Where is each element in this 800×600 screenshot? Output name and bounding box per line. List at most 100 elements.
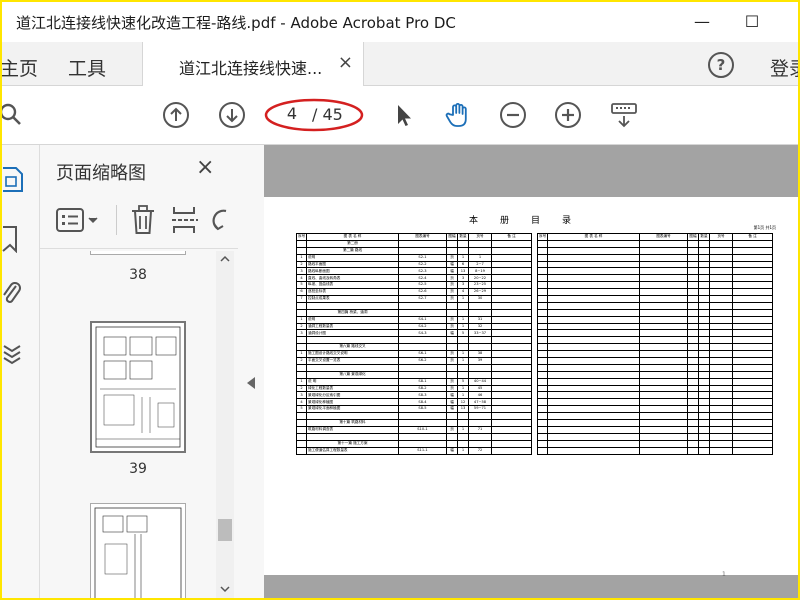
thumbnail-page-40[interactable] (90, 503, 186, 598)
toc-cell-empty (698, 301, 710, 310)
toc-cell-empty (547, 253, 640, 262)
toc-row: 第八篇 景观绿化 (296, 370, 532, 379)
document-viewer[interactable]: 本册目录 第1页 共1页 序号图 表 名 称图表编号 图幅 数量 页号备 注第二册 第二… (264, 145, 798, 598)
toc-cell-empty (639, 315, 688, 324)
toc-cell-empty (709, 419, 733, 427)
toc-row: 第六篇 路线交叉 (296, 343, 532, 352)
scroll-down-icon[interactable] (220, 585, 230, 593)
toc-cell-empty (698, 267, 710, 276)
toc-cell-empty (687, 315, 699, 324)
maximize-button[interactable]: ☐ (740, 10, 764, 34)
toc-cell-empty (639, 246, 688, 255)
toc-cell-empty (732, 301, 773, 310)
insert-page-icon[interactable] (172, 205, 200, 235)
toc-cell-no: 1 (296, 350, 307, 359)
close-panel-icon[interactable]: × (196, 155, 214, 180)
toc-cell-empty (687, 274, 699, 283)
sign-in-link[interactable]: 登录 (770, 54, 798, 81)
tab-home[interactable]: 主页 (2, 54, 38, 81)
toc-cell-no: 1 (296, 377, 307, 386)
toc-cell-empty (732, 419, 773, 427)
toc-cell-empty (709, 350, 733, 359)
toc-cell-fmt (446, 363, 458, 372)
next-page-icon[interactable] (218, 101, 246, 129)
toc-cell-empty (639, 391, 688, 400)
toc-row: 2 平面交叉设置一览表 S6-2 页 1 39 (296, 357, 532, 365)
toc-cell-code (398, 412, 447, 421)
toc-cell-fmt (446, 439, 458, 448)
toc-header-cell: 图表编号 (398, 233, 447, 241)
scroll-up-icon[interactable] (220, 255, 230, 263)
toc-cell-code: S8-5 (398, 405, 447, 414)
toc-cell-page: 59~71 (468, 405, 492, 414)
toc-cell-code: S4-2 (398, 322, 447, 331)
search-icon[interactable] (2, 101, 28, 129)
thumbnail-page-37[interactable] (90, 251, 186, 255)
select-cursor-icon[interactable] (390, 101, 418, 129)
toc-row-empty (537, 253, 773, 262)
zoom-out-icon[interactable] (499, 101, 527, 129)
toc-row (296, 432, 532, 441)
toc-cell-empty (732, 425, 773, 434)
toc-header-cell: 图 表 名 称 (547, 233, 640, 241)
toc-cell-fmt: 页 (446, 281, 458, 290)
toc-row: 3 路线纵断面图 S2-3 幅 13 8~19 (296, 267, 532, 276)
toc-cell-fmt: 页 (446, 315, 458, 324)
toc-cell-fmt: 页 (446, 274, 458, 283)
thumbnail-page-39[interactable] (90, 321, 186, 453)
toc-row-empty (537, 405, 773, 414)
toc-cell-empty (709, 281, 733, 290)
thumbnail-scrollbar[interactable] (216, 251, 234, 598)
collapse-panel-icon[interactable] (247, 377, 255, 389)
minimize-button[interactable]: — (690, 10, 714, 34)
toc-row: 5 景观绿化平面种植图 S8-5 幅 13 59~71 (296, 405, 532, 414)
toc-cell-empty (732, 439, 773, 448)
toc-cell-remark (491, 446, 532, 455)
toc-cell-name: 说明 (306, 253, 399, 262)
thumbnail-options-icon[interactable] (56, 207, 102, 235)
toc-cell-code (398, 432, 447, 441)
layers-icon[interactable] (2, 340, 22, 368)
hand-tool-icon[interactable] (444, 101, 472, 129)
toc-cell-page (468, 432, 492, 441)
toc-cell-empty (687, 329, 699, 338)
page-thumbnails-icon[interactable] (2, 165, 24, 193)
toc-cell-empty (687, 343, 699, 352)
toc-cell-empty (687, 405, 699, 414)
toc-cell-code: S8-1 (398, 377, 447, 386)
toc-cell-empty (639, 357, 688, 365)
attachment-icon[interactable] (2, 280, 22, 308)
help-icon[interactable]: ? (708, 52, 734, 78)
toc-cell-empty (639, 405, 688, 414)
toc-cell-empty (709, 322, 733, 331)
toc-cell-code: S2-2 (398, 260, 447, 269)
current-page-input[interactable]: 4 (274, 101, 310, 127)
bookmark-icon[interactable] (2, 225, 20, 253)
toc-row: 2 路线平面图 S2-2 幅 6 2~7 (296, 260, 532, 269)
tab-tools[interactable]: 工具 (68, 54, 106, 81)
toc-cell-empty (687, 239, 699, 248)
toc-cell-qty: 6 (457, 260, 469, 269)
toc-cell-empty (547, 267, 640, 276)
toc-cell-empty (709, 336, 733, 345)
keyboard-icon[interactable] (610, 101, 638, 129)
toc-row-empty (537, 315, 773, 324)
toc-cell-empty (687, 439, 699, 448)
previous-page-icon[interactable] (162, 101, 190, 129)
toc-cell-empty (639, 301, 688, 310)
scroll-thumb[interactable] (218, 519, 232, 541)
tab-document[interactable]: 道江北连接线快速... × (142, 42, 364, 86)
close-tab-icon[interactable]: × (338, 52, 353, 73)
toc-cell-no (296, 439, 307, 448)
toc-cell-remark (491, 246, 532, 255)
toc-cell-empty (639, 377, 688, 386)
zoom-in-icon[interactable] (554, 101, 582, 129)
toc-cell-empty (732, 398, 773, 407)
toc-cell-empty (698, 419, 710, 427)
toc-cell-empty (732, 370, 773, 379)
toc-cell-no: 3 (296, 391, 307, 400)
toc-cell-code (398, 370, 447, 379)
rotate-page-icon[interactable] (212, 207, 228, 233)
toc-row: 第二篇 路线 (296, 246, 532, 255)
delete-page-icon[interactable] (130, 205, 156, 235)
